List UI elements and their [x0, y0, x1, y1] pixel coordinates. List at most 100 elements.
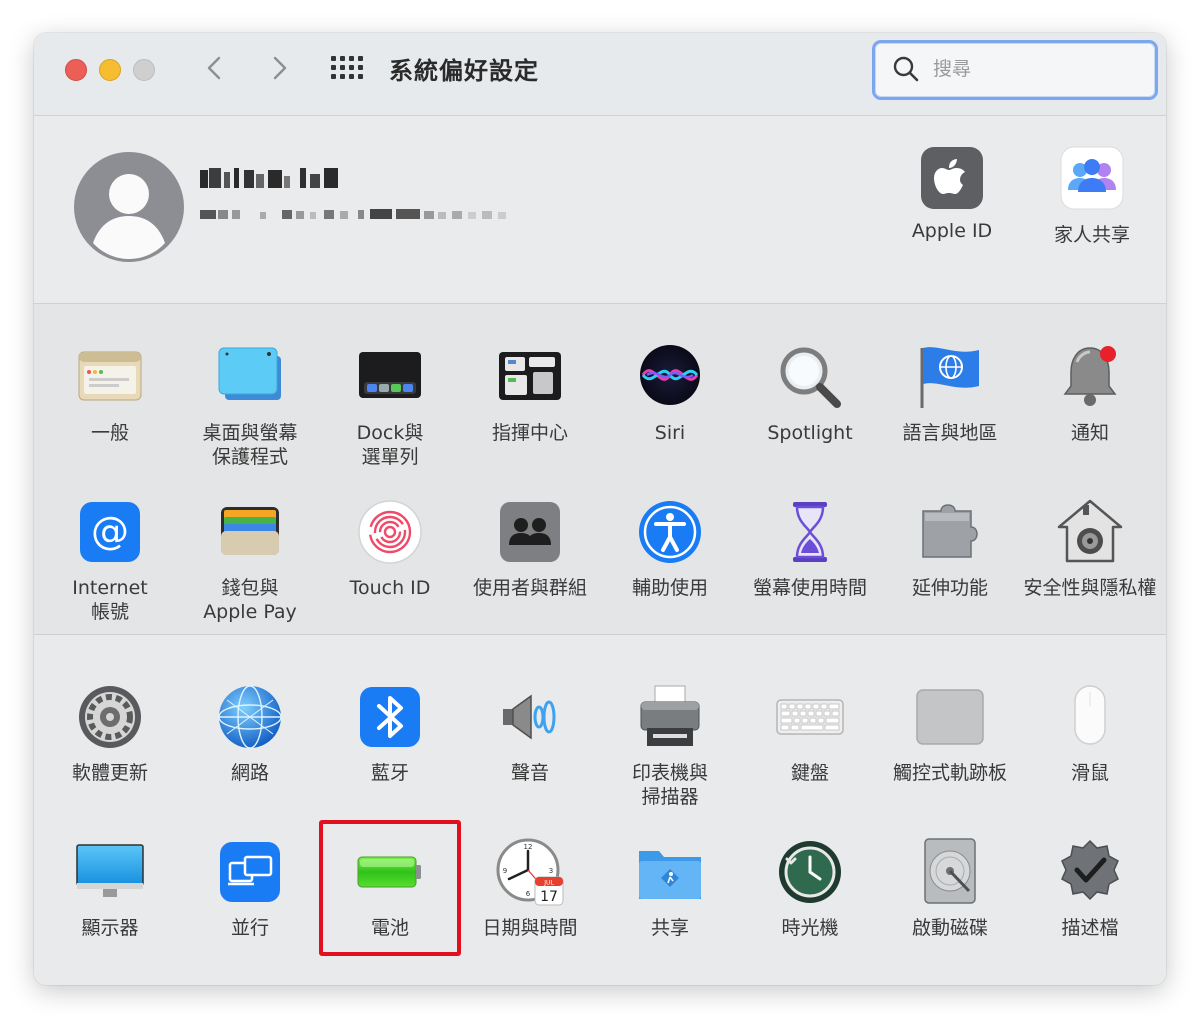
- pane-bluetooth[interactable]: 藍牙: [320, 682, 460, 785]
- mouse-icon: [1074, 685, 1106, 745]
- pane-label: 時光機: [781, 917, 839, 939]
- pane-sound[interactable]: 聲音: [460, 682, 600, 785]
- pane-label: 藍牙: [370, 762, 409, 784]
- time-machine-icon: [779, 841, 841, 903]
- keyboard-icon: [776, 699, 844, 735]
- pane-dock[interactable]: Dock與 選單列: [320, 342, 460, 469]
- pane-label: 指揮中心: [491, 422, 568, 444]
- svg-text:9: 9: [503, 867, 507, 875]
- user-name-pixelated: [200, 168, 338, 188]
- pane-software-update[interactable]: 軟體更新: [40, 682, 180, 785]
- siri-icon: [640, 345, 700, 405]
- date-time-icon: 12369 JUL 17: [496, 838, 564, 906]
- accessibility-icon: [639, 501, 701, 563]
- pane-label: 安全性與隱私權: [1023, 577, 1157, 599]
- profiles-icon: [1061, 839, 1119, 901]
- pane-label: 日期與時間: [482, 917, 578, 939]
- pane-mouse[interactable]: 滑鼠: [1020, 682, 1160, 785]
- pane-keyboard[interactable]: 鍵盤: [740, 682, 880, 785]
- pane-label: Touch ID: [349, 577, 431, 599]
- pane-label: 軟體更新: [71, 762, 148, 784]
- svg-text:6: 6: [526, 890, 531, 898]
- pane-trackpad[interactable]: 觸控式軌跡板: [880, 682, 1020, 785]
- mission-control-icon: [499, 352, 561, 400]
- pane-label: Siri: [654, 422, 686, 444]
- wallet-icon: [221, 507, 279, 555]
- calendar-month: JUL: [543, 880, 554, 887]
- sharing-icon: [639, 851, 701, 899]
- touch-id-icon: [358, 500, 422, 564]
- calendar-day: 17: [540, 889, 558, 905]
- pane-label: 錢包與 Apple Pay: [203, 577, 297, 623]
- pane-time-machine[interactable]: 時光機: [740, 837, 880, 940]
- pane-label: 聲音: [510, 762, 549, 784]
- user-email-pixelated: [200, 209, 506, 219]
- pane-spotlight[interactable]: Spotlight: [740, 342, 880, 445]
- pane-internet-accounts[interactable]: @ Internet 帳號: [40, 497, 180, 624]
- pane-displays[interactable]: 顯示器: [40, 837, 180, 940]
- extensions-icon: [922, 504, 978, 558]
- svg-text:3: 3: [549, 867, 553, 875]
- search-field[interactable]: [872, 40, 1158, 100]
- pane-startup-disk[interactable]: 啟動磁碟: [880, 837, 1020, 940]
- pane-touch-id[interactable]: Touch ID: [320, 497, 460, 600]
- zoom-window-button[interactable]: [133, 59, 155, 81]
- pane-printers-scanners[interactable]: 印表機與 掃描器: [600, 682, 740, 809]
- pane-accessibility[interactable]: 輔助使用: [600, 497, 740, 600]
- pane-general[interactable]: 一般: [40, 342, 180, 445]
- pane-mission-control[interactable]: 指揮中心: [460, 342, 600, 445]
- pane-label: 輔助使用: [631, 577, 708, 599]
- pane-label: 滑鼠: [1070, 762, 1109, 784]
- pane-date-time[interactable]: 12 3 6 9 JUL 17 日期與時間: [460, 837, 600, 940]
- pane-profiles[interactable]: 描述檔: [1020, 837, 1160, 940]
- notifications-icon: [1063, 346, 1117, 406]
- pane-sidecar[interactable]: 並行: [180, 837, 320, 940]
- security-privacy-icon: [1057, 499, 1123, 563]
- pane-label: 鍵盤: [790, 762, 829, 784]
- general-icon: [78, 351, 142, 401]
- show-all-grid-button[interactable]: [331, 56, 363, 80]
- pane-label: 並行: [230, 917, 269, 939]
- window-title: 系統偏好設定: [389, 57, 539, 85]
- pane-label: 網路: [230, 762, 269, 784]
- pane-label: 一般: [90, 422, 129, 444]
- pane-siri[interactable]: Siri: [600, 342, 740, 445]
- pane-notifications[interactable]: 通知: [1020, 342, 1160, 445]
- pane-network[interactable]: 網路: [180, 682, 320, 785]
- pane-label: Internet 帳號: [72, 577, 148, 623]
- preference-panes-section-personal: 一般 桌面與螢幕 保護程式 Dock與 選單列 指揮中心 Siri Spotli…: [34, 304, 1166, 635]
- close-window-button[interactable]: [65, 59, 87, 81]
- pane-sharing[interactable]: 共享: [600, 837, 740, 940]
- internet-accounts-icon: @: [80, 502, 140, 562]
- pane-language-region[interactable]: 語言與地區: [880, 342, 1020, 445]
- trackpad-icon: [916, 689, 984, 745]
- pane-extensions[interactable]: 延伸功能: [880, 497, 1020, 600]
- forward-button[interactable]: [264, 53, 294, 83]
- back-button[interactable]: [200, 53, 230, 83]
- printer-icon: [640, 685, 700, 746]
- pane-screen-time[interactable]: 螢幕使用時間: [740, 497, 880, 600]
- family-sharing-label: 家人共享: [1053, 224, 1130, 246]
- preference-panes-section-hardware: 軟體更新 網路 藍牙 聲音 印表機與 掃描器 鍵盤 觸控式軌跡板 滑鼠 顯示器 …: [34, 635, 1166, 985]
- pane-label: Dock與 選單列: [356, 422, 424, 468]
- pane-desktop-screensaver[interactable]: 桌面與螢幕 保護程式: [180, 342, 320, 469]
- chevron-left-icon: [207, 56, 221, 80]
- pane-label: 啟動磁碟: [911, 917, 988, 939]
- search-input[interactable]: [931, 55, 1135, 83]
- bluetooth-icon: [360, 687, 420, 747]
- minimize-window-button[interactable]: [99, 59, 121, 81]
- pane-wallet[interactable]: 錢包與 Apple Pay: [180, 497, 320, 624]
- pane-label: 通知: [1070, 422, 1109, 444]
- users-groups-icon: [500, 502, 560, 562]
- apple-id-pane[interactable]: Apple ID: [887, 146, 1017, 242]
- pane-label: 描述檔: [1061, 917, 1119, 939]
- pane-users-groups[interactable]: 使用者與群組: [460, 497, 600, 600]
- screen-time-icon: [793, 502, 827, 562]
- user-avatar[interactable]: [74, 152, 184, 262]
- pane-label: 語言與地區: [902, 422, 998, 444]
- pane-security-privacy[interactable]: 安全性與隱私權: [1020, 497, 1160, 600]
- desktop-screensaver-icon: [218, 347, 281, 400]
- account-header: Apple ID 家人共享: [34, 116, 1166, 304]
- software-update-icon: [79, 686, 141, 748]
- family-sharing-pane[interactable]: 家人共享: [1027, 146, 1157, 247]
